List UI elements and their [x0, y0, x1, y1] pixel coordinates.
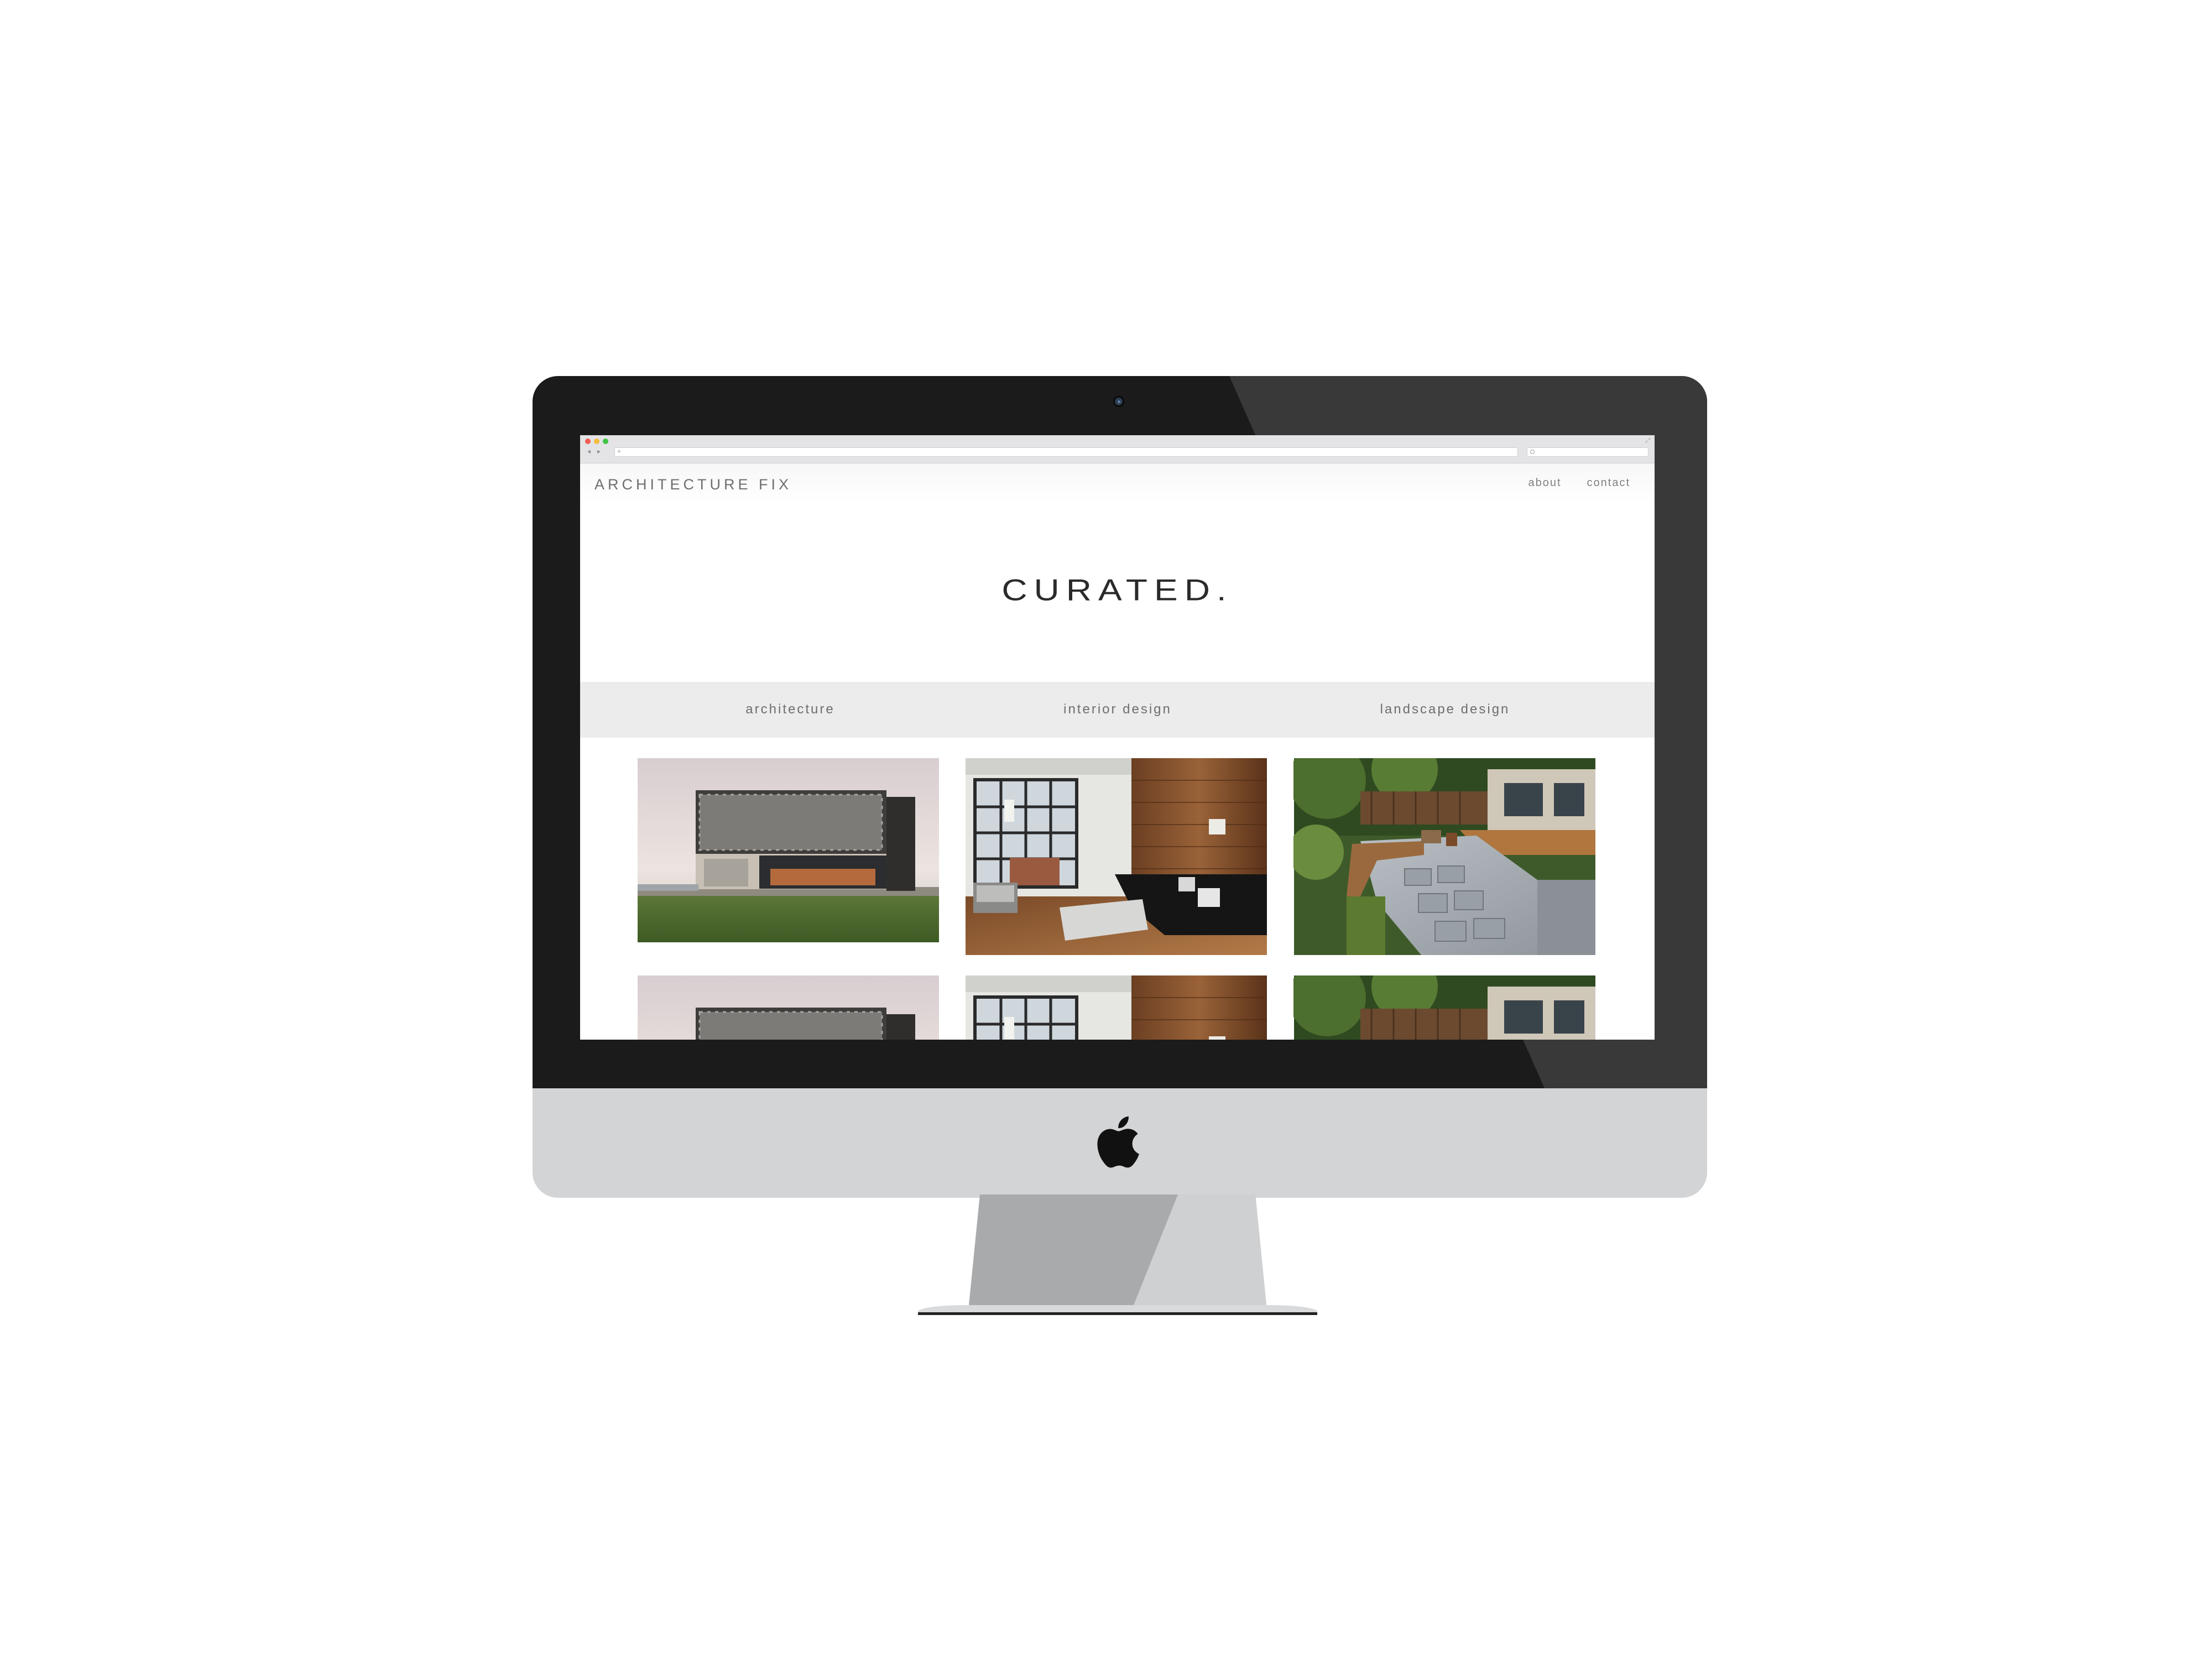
browser-toolbar: ◂ ▸ + ⤢	[580, 435, 1655, 463]
add-icon: +	[617, 447, 622, 455]
hero-section: CURATED.	[580, 503, 1655, 676]
monitor-bezel: ◂ ▸ + ⤢ ARCHITECTURE FIX about contact C…	[533, 376, 1707, 1088]
forward-icon[interactable]: ▸	[597, 447, 601, 455]
gallery-tile-architecture[interactable]	[638, 758, 939, 942]
backyard-patio-photo	[1293, 975, 1596, 1040]
apple-logo-icon	[1097, 1116, 1139, 1168]
gallery-tile-architecture-2[interactable]	[638, 975, 939, 1040]
back-icon[interactable]: ◂	[587, 447, 591, 455]
nav-contact-link[interactable]: contact	[1587, 477, 1630, 489]
browser-search-input[interactable]	[1527, 447, 1648, 457]
modern-house-photo	[638, 975, 939, 1040]
gallery-tile-landscape[interactable]	[1293, 758, 1596, 955]
modern-house-photo	[638, 758, 939, 942]
monitor-stand	[918, 1194, 1317, 1315]
backyard-patio-photo	[1293, 758, 1596, 955]
gallery-tile-interior-2[interactable]	[966, 975, 1267, 1040]
site-logo[interactable]: ARCHITECTURE FIX	[594, 476, 792, 493]
minimize-window-button[interactable]	[594, 439, 599, 444]
nav-about-link[interactable]: about	[1528, 477, 1561, 489]
gallery-tile-landscape-2[interactable]	[1293, 975, 1596, 1040]
loft-living-room-photo	[966, 758, 1267, 955]
browser-screen: ◂ ▸ + ⤢ ARCHITECTURE FIX about contact C…	[580, 435, 1655, 1040]
top-nav: about contact	[1528, 477, 1630, 489]
imac-mockup: ◂ ▸ + ⤢ ARCHITECTURE FIX about contact C…	[533, 376, 1707, 1315]
hero-title: CURATED.	[1001, 572, 1233, 607]
category-interior-design[interactable]: interior design	[1007, 702, 1228, 717]
loft-living-room-photo	[966, 975, 1267, 1040]
monitor-chin	[533, 1088, 1707, 1198]
gallery-tile-interior[interactable]	[966, 758, 1267, 955]
fullscreen-icon[interactable]: ⤢	[1645, 437, 1650, 445]
site-header: ARCHITECTURE FIX about contact	[580, 463, 1655, 503]
category-bar: architecture interior design landscape d…	[580, 682, 1655, 738]
address-bar[interactable]: +	[614, 447, 1518, 457]
close-window-button[interactable]	[585, 439, 591, 444]
webcam-icon	[1113, 396, 1124, 407]
category-architecture[interactable]: architecture	[680, 702, 901, 717]
zoom-window-button[interactable]	[603, 439, 608, 444]
category-landscape-design[interactable]: landscape design	[1334, 702, 1556, 717]
search-icon	[1530, 450, 1535, 454]
